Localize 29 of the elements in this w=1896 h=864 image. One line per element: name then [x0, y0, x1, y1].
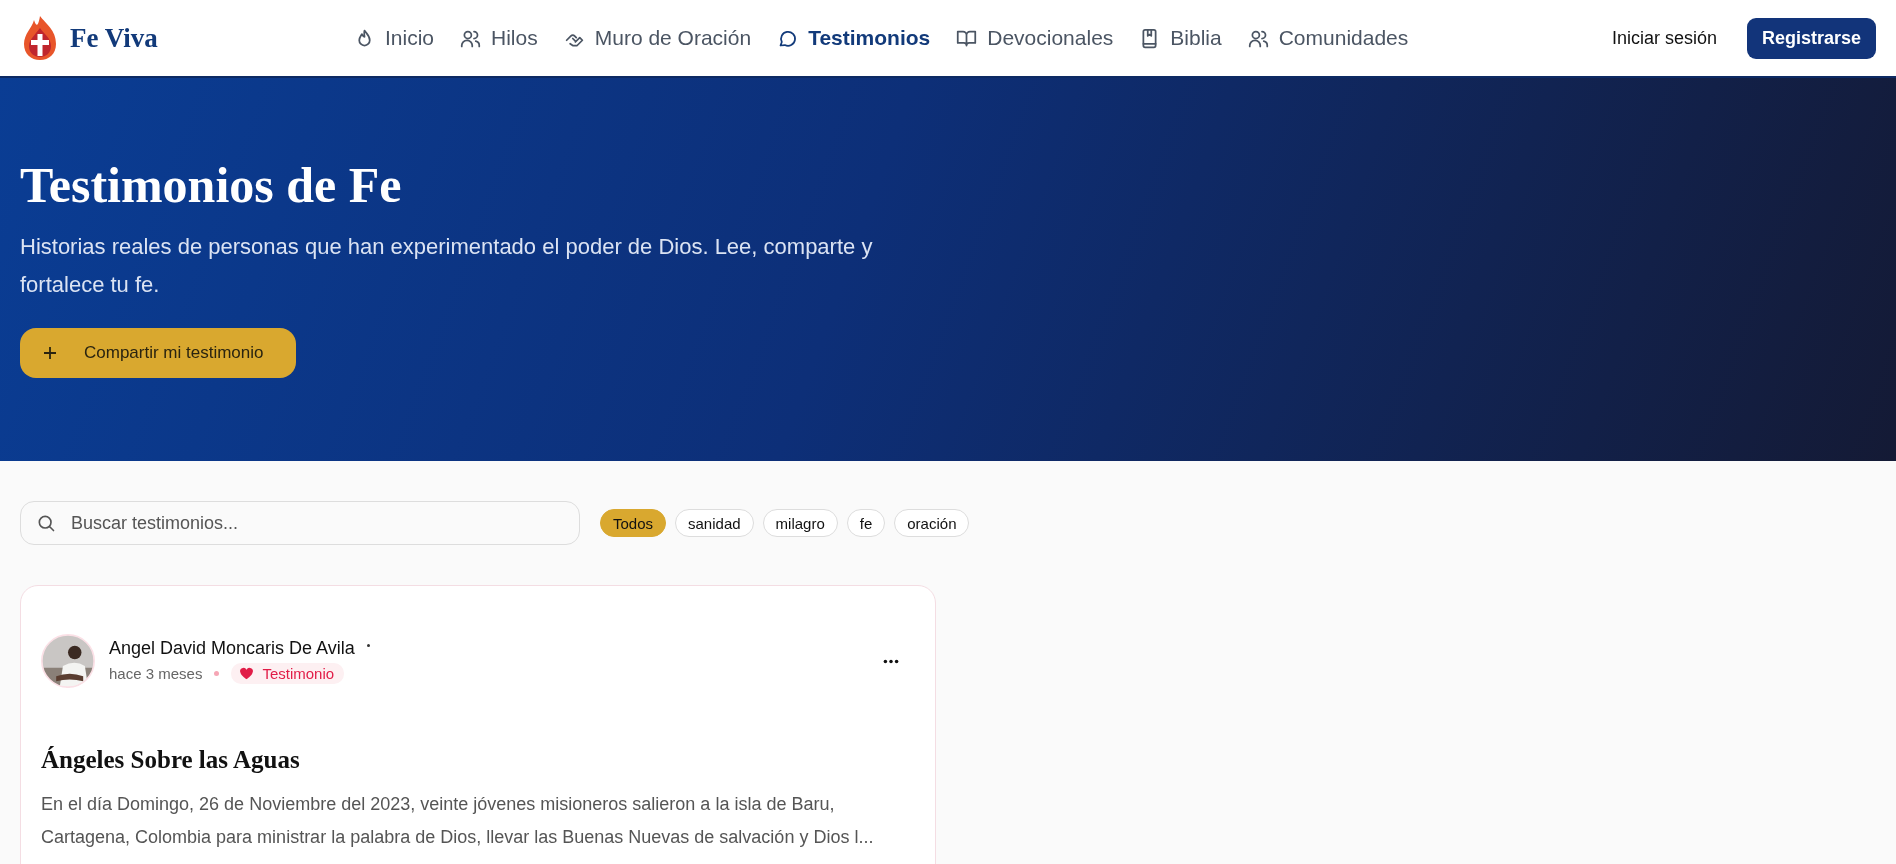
post-time: hace 3 meses	[109, 665, 203, 682]
filter-chip[interactable]: fe	[846, 509, 886, 537]
separator-dot-icon	[214, 671, 220, 676]
brand-name[interactable]: Fe Viva	[70, 22, 158, 54]
author-name[interactable]: Angel David Moncaris De Avila	[109, 638, 355, 659]
testimony-excerpt: En el día Domingo, 26 de Noviembre del 2023, veinte jóvenes misioneros salieron a la isla de Baru, Cartagena, Colombia para ministrar la palabra de Dios, llevar las Buenas Nuevas de salvación y Dios l...	[41, 793, 875, 849]
filter-chip[interactable]: oración	[894, 509, 970, 537]
nav-link[interactable]: Testimonios	[777, 26, 931, 50]
filter-chip[interactable]: Todos	[600, 509, 667, 537]
filter-chip[interactable]: milagro	[762, 509, 838, 537]
separator-dot-icon	[366, 644, 370, 647]
login-link[interactable]: Iniciar sesión	[1611, 27, 1717, 49]
nav-link[interactable]: Inicio	[354, 26, 435, 50]
hero-title: Testimonios de Fe	[20, 156, 403, 214]
tag-label: Testimonio	[262, 665, 335, 682]
nav-link[interactable]: Hilos	[460, 26, 538, 50]
nav-link[interactable]: Muro de Oración	[563, 26, 752, 50]
nav-link[interactable]: Devocionales	[956, 26, 1114, 50]
nav-link[interactable]: Comunidades	[1247, 26, 1409, 50]
testimony-title[interactable]: Ángeles Sobre las Aguas	[41, 746, 915, 774]
search-field[interactable]: Buscar testimonios...	[20, 501, 580, 545]
heart-icon	[239, 666, 255, 681]
nav-link[interactable]: Biblia	[1139, 26, 1222, 50]
share-testimony-button[interactable]: Compartir mi testimonio	[20, 328, 296, 378]
search-icon	[36, 513, 56, 533]
register-button[interactable]: Registrarse	[1746, 17, 1876, 59]
hero-subtitle: Historias reales de personas que han experimentado el poder de Dios. Lee, comparte y fortalece tu fe.	[20, 233, 874, 299]
plus-icon	[42, 345, 58, 361]
filter-chip[interactable]: sanidad	[675, 509, 754, 537]
